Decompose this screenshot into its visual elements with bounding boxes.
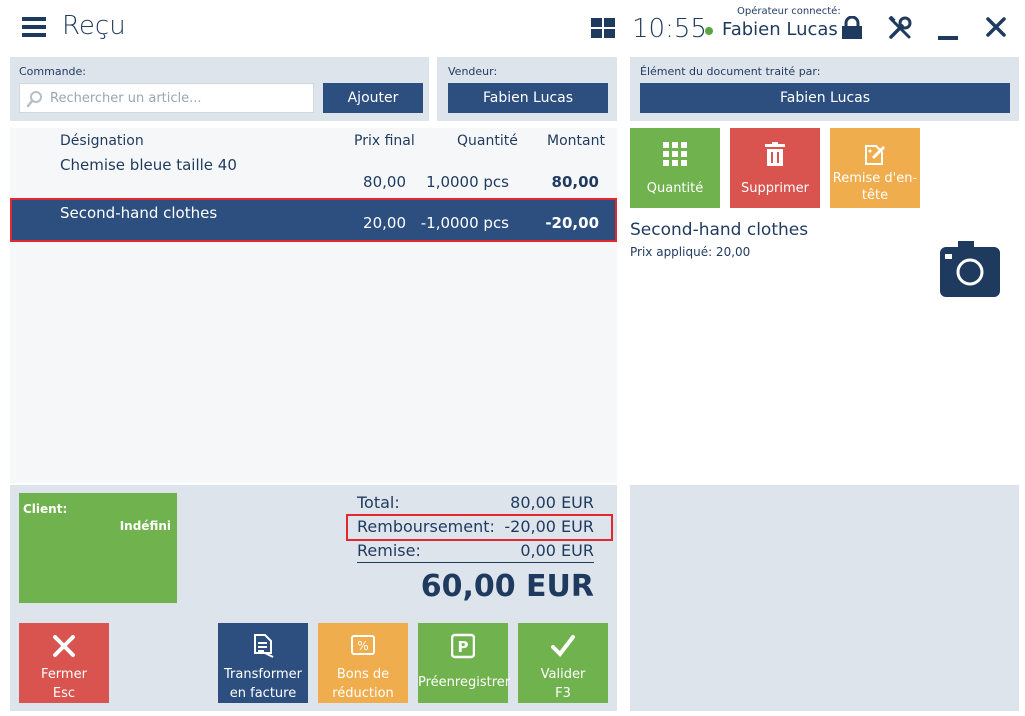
column-header-price[interactable]: Prix final (354, 133, 415, 149)
close-x-icon (53, 635, 75, 657)
processed-by-button[interactable]: Fabien Lucas (640, 83, 1010, 113)
discount-label: Remise: (357, 541, 421, 560)
validate-button[interactable]: Valider F3 (518, 623, 608, 703)
invoice-icon (254, 634, 274, 658)
quantity-button[interactable]: Quantité (630, 128, 720, 208)
add-button[interactable]: Ajouter (323, 83, 423, 113)
discount-value: 0,00 EUR (520, 541, 594, 560)
lock-icon[interactable] (841, 16, 863, 40)
column-header-amount[interactable]: Montant (547, 133, 605, 149)
grid-icon (663, 142, 687, 166)
right-bottom-panel (630, 485, 1019, 711)
quantity-label: Quantité (646, 181, 704, 196)
client-button[interactable]: Client: Indéfini (19, 493, 177, 603)
search-input[interactable] (50, 84, 310, 112)
column-header-designation[interactable]: Désignation (60, 133, 144, 149)
checkmark-icon (551, 635, 575, 658)
row-designation: Chemise bleue taille 40 (60, 156, 237, 174)
header-discount-button[interactable]: Remise d'en-tête (830, 128, 920, 208)
validate-label: Valider F3 (540, 667, 586, 701)
selected-item-title: Second-hand clothes (630, 220, 809, 240)
close-button[interactable]: Fermer Esc (19, 623, 109, 703)
vouchers-button[interactable]: % Bons de réduction (318, 623, 408, 703)
row-quantity: -1,0000 pcs (420, 214, 509, 232)
row-quantity: 1,0000 pcs (426, 173, 509, 191)
clock: 10:55 (632, 14, 707, 44)
tiles-view-icon[interactable] (591, 18, 615, 38)
camera-icon[interactable] (940, 237, 1000, 297)
order-label: Commande: (19, 65, 87, 78)
refund-value: -20,00 EUR (504, 517, 594, 536)
tools-icon[interactable] (888, 16, 912, 40)
client-value: Indéfini (119, 519, 171, 533)
online-status-icon (705, 27, 713, 35)
search-field[interactable] (19, 83, 314, 113)
preregister-label: Préenregistrer (418, 675, 511, 690)
operator-label: Opérateur connecté: (737, 6, 841, 17)
search-icon (26, 91, 42, 108)
page-title: Reçu (62, 11, 126, 41)
voucher-percent-icon: % (351, 635, 375, 655)
transform-invoice-button[interactable]: Transformer en facture (218, 623, 308, 703)
row-price: 80,00 (363, 173, 406, 191)
row-price: 20,00 (363, 214, 406, 232)
processed-by-label: Élément du document traité par: (640, 65, 821, 78)
close-label: Fermer Esc (41, 667, 87, 701)
total-label: Total: (357, 493, 400, 512)
svg-text:%: % (357, 639, 368, 653)
items-table: Désignation Prix final Quantité Montant … (10, 128, 617, 483)
top-bar: Reçu 10:55 Opérateur connecté: Fabien Lu… (0, 0, 1025, 56)
grand-total: 60,00 EUR (420, 569, 594, 604)
client-label: Client: (23, 502, 68, 516)
row-amount: -20,00 (545, 214, 599, 232)
operator-name: Fabien Lucas (722, 19, 838, 40)
svg-text:P: P (458, 638, 469, 656)
edit-document-icon (865, 145, 886, 165)
row-amount: 80,00 (551, 173, 599, 191)
hamburger-menu-icon[interactable] (22, 17, 46, 37)
table-row-selected[interactable]: Second-hand clothes 20,00 -1,0000 pcs -2… (10, 198, 617, 242)
close-window-icon[interactable] (985, 16, 1007, 38)
parking-icon: P (451, 633, 475, 659)
delete-label: Supprimer (741, 181, 809, 196)
vouchers-label: Bons de réduction (332, 667, 394, 701)
trash-icon (765, 142, 785, 166)
selected-item-price: Prix appliqué: 20,00 (630, 245, 751, 259)
preregister-button[interactable]: P Préenregistrer (418, 623, 511, 703)
total-value: 80,00 EUR (510, 493, 594, 512)
seller-button[interactable]: Fabien Lucas (448, 83, 608, 113)
totals-divider (357, 562, 594, 563)
header-discount-label: Remise d'en-tête (832, 171, 918, 203)
transform-invoice-label: Transformer en facture (223, 667, 302, 701)
delete-button[interactable]: Supprimer (730, 128, 820, 208)
minimize-icon[interactable] (938, 36, 958, 40)
table-row[interactable]: Chemise bleue taille 40 80,00 1,0000 pcs… (10, 152, 617, 196)
row-designation: Second-hand clothes (60, 204, 218, 222)
seller-label: Vendeur: (448, 65, 498, 78)
column-header-quantity[interactable]: Quantité (457, 133, 518, 149)
